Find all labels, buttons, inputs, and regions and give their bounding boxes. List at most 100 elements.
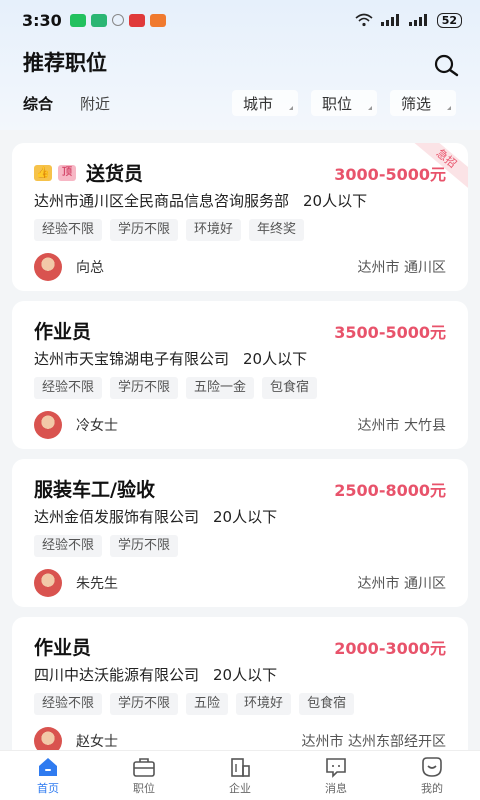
company-size: 20人以下: [303, 192, 368, 210]
company-info: 达州市天宝锦湖电子有限公司 20人以下: [34, 348, 307, 369]
job-tag: 五险: [186, 693, 229, 715]
company-size: 20人以下: [243, 350, 308, 368]
company-size: 20人以下: [213, 666, 278, 684]
company-size: 20人以下: [213, 508, 278, 526]
status-time: 3:30: [22, 10, 62, 30]
position-dropdown-label: 职位: [322, 94, 353, 113]
recruiter: 朱先生: [34, 569, 118, 597]
wifi-icon: [355, 13, 373, 27]
job-tags: 经验不限 学历不限 环境好 年终奖: [34, 219, 305, 241]
home-icon: [39, 757, 57, 776]
job-salary: 2000-3000元: [334, 639, 446, 658]
job-card[interactable]: 服装车工/验收 2500-8000元 达州金佰发服饰有限公司 20人以下 经验不限…: [12, 459, 468, 607]
job-tag: 学历不限: [110, 377, 179, 399]
signal-icon: [408, 14, 427, 26]
nav-profile[interactable]: 我的: [384, 751, 480, 800]
company-name: 四川中达沃能源有限公司: [34, 666, 200, 684]
avatar: [34, 569, 62, 597]
job-tag: 学历不限: [110, 219, 179, 241]
nav-messages-label: 消息: [325, 781, 347, 795]
message-icon: [326, 757, 346, 778]
avatar: [34, 253, 62, 281]
job-tag: 包食宿: [262, 377, 318, 399]
nav-jobs-label: 职位: [133, 781, 155, 795]
search-icon[interactable]: [432, 52, 460, 80]
job-card[interactable]: 作业员 2000-3000元 四川中达沃能源有限公司 20人以下 经验不限 学历不…: [12, 617, 468, 765]
recruiter: 向总: [34, 253, 104, 281]
company-info: 达州金佰发服饰有限公司 20人以下: [34, 506, 277, 527]
job-title-row: 👍 顶 送货员: [34, 159, 143, 186]
filter-dropdown[interactable]: 筛选: [390, 90, 456, 116]
status-bar: 3:30 52: [0, 0, 480, 40]
cloud-icon: [111, 14, 124, 26]
job-salary: 3000-5000元: [334, 165, 446, 184]
nav-home-label: 首页: [37, 781, 59, 795]
dropdown-caret-icon: [289, 106, 293, 110]
recruiter-name: 朱先生: [76, 576, 118, 592]
job-location: 达州市 达州东部经开区: [301, 734, 446, 750]
job-salary: 2500-8000元: [334, 481, 446, 500]
bottom-nav: 首页 职位 企业 消息 我的: [0, 750, 480, 800]
city-dropdown-label: 城市: [243, 94, 274, 113]
recruiter-name: 向总: [76, 260, 104, 276]
nav-company-label: 企业: [229, 781, 251, 795]
profile-icon: [422, 756, 442, 777]
building-icon: [231, 757, 250, 777]
job-salary: 3500-5000元: [334, 323, 446, 342]
position-dropdown[interactable]: 职位: [311, 90, 377, 116]
job-location: 达州市 大竹县: [357, 418, 446, 434]
job-title: 服装车工/验收: [34, 479, 155, 501]
job-title: 送货员: [86, 163, 144, 185]
job-tag: 经验不限: [34, 377, 103, 399]
avatar: [34, 411, 62, 439]
dropdown-caret-icon: [368, 106, 372, 110]
signal-icon: [380, 14, 399, 26]
battery-indicator: 52: [436, 12, 462, 28]
job-tag: 经验不限: [34, 535, 103, 557]
job-tag: 包食宿: [299, 693, 355, 715]
job-tag: 年终奖: [249, 219, 305, 241]
recruiter-name: 冷女士: [76, 418, 118, 434]
job-tags: 经验不限 学历不限 五险 环境好 包食宿: [34, 693, 355, 715]
company-info: 达州市通川区全民商品信息咨询服务部 20人以下: [34, 190, 367, 211]
company-name: 达州金佰发服饰有限公司: [34, 508, 200, 526]
nav-company[interactable]: 企业: [192, 751, 288, 800]
app-notification-icon: [90, 13, 107, 27]
job-title: 作业员: [34, 321, 92, 343]
page-title: 推荐职位: [23, 51, 107, 75]
city-dropdown[interactable]: 城市: [232, 90, 298, 116]
nav-profile-label: 我的: [421, 781, 443, 795]
company-info: 四川中达沃能源有限公司 20人以下: [34, 664, 277, 685]
app-notification-icon: [149, 13, 166, 27]
app-notification-icon: [128, 13, 145, 27]
tab-nearby[interactable]: 附近: [80, 93, 110, 114]
nav-home[interactable]: 首页: [0, 751, 96, 800]
job-title: 作业员: [34, 637, 92, 659]
job-card[interactable]: 作业员 3500-5000元 达州市天宝锦湖电子有限公司 20人以下 经验不限 学…: [12, 301, 468, 449]
company-name: 达州市通川区全民商品信息咨询服务部: [34, 192, 290, 210]
company-name: 达州市天宝锦湖电子有限公司: [34, 350, 230, 368]
nav-jobs[interactable]: 职位: [96, 751, 192, 800]
top-badge: 顶: [58, 164, 76, 181]
job-tags: 经验不限 学历不限: [34, 535, 179, 557]
nav-messages[interactable]: 消息: [288, 751, 384, 800]
tab-comprehensive[interactable]: 综合: [23, 93, 53, 114]
recruiter-name: 赵女士: [76, 734, 118, 750]
job-tag: 学历不限: [110, 693, 179, 715]
status-right: 52: [355, 12, 462, 28]
job-tag: 环境好: [236, 693, 292, 715]
job-tag: 五险一金: [186, 377, 255, 399]
job-tag: 经验不限: [34, 693, 103, 715]
dropdown-caret-icon: [447, 106, 451, 110]
job-tag: 环境好: [186, 219, 242, 241]
job-location: 达州市 通川区: [357, 260, 446, 276]
job-card[interactable]: 急招 👍 顶 送货员 3000-5000元 达州市通川区全民商品信息咨询服务部 2…: [12, 143, 468, 291]
job-tag: 学历不限: [110, 535, 179, 557]
job-tags: 经验不限 学历不限 五险一金 包食宿: [34, 377, 318, 399]
job-location: 达州市 通川区: [357, 576, 446, 592]
wechat-icon: [69, 13, 86, 27]
thumbs-up-icon: 👍: [34, 164, 52, 181]
job-tag: 经验不限: [34, 219, 103, 241]
filter-dropdown-label: 筛选: [401, 94, 432, 113]
briefcase-icon: [133, 757, 155, 777]
